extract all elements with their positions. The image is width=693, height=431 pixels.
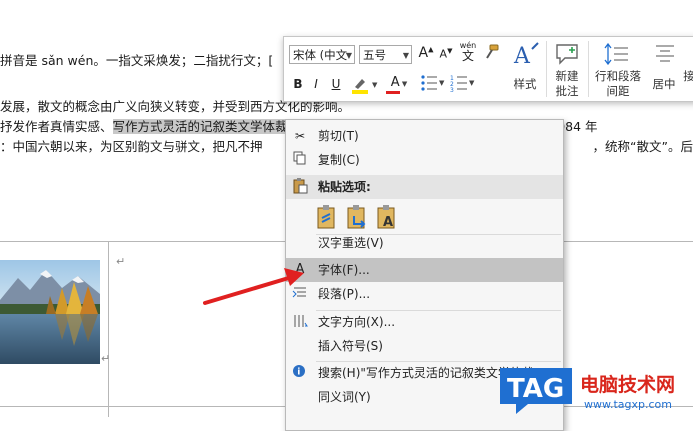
svg-text:TAG: TAG: [507, 374, 564, 404]
watermark-url: www.tagxp.com: [584, 398, 672, 411]
annotation-arrow: [203, 268, 304, 305]
tag-logo: TAG: [500, 368, 572, 414]
watermark-site-name: 电脑技术网: [580, 374, 676, 396]
